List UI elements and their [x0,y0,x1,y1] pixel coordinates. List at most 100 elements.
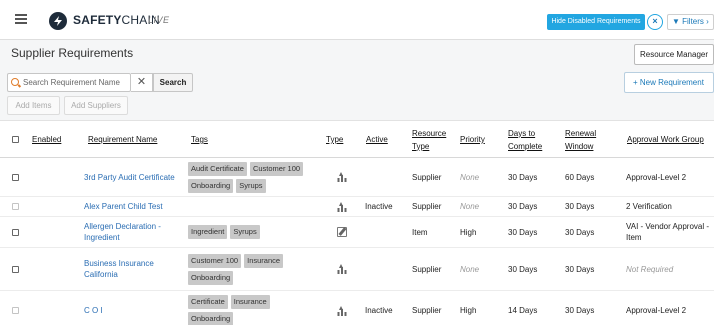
search-input[interactable] [23,76,130,89]
approval-work-group: VAI - Vendor Approval - Item [626,222,710,242]
resource-type: Supplier [412,202,442,211]
approval-work-group: Not Required [626,264,674,274]
priority: None [460,202,480,211]
row-checkbox[interactable] [12,307,19,314]
priority: High [460,306,477,315]
priority: None [460,264,480,274]
add-items-button[interactable]: Add Items [7,96,60,115]
row-checkbox[interactable] [12,173,19,181]
priority: High [460,227,477,237]
edit-icon [337,227,347,237]
type-cell [337,197,357,216]
column-header-days-to-complete[interactable]: Days to Complete [508,121,552,158]
type-cell [337,217,357,247]
type-cell [337,291,357,325]
top-navigation-bar: SAFETYCHAIN LIVE Hide Disabled Requireme… [0,0,714,40]
upload-icon [337,172,346,182]
table-row[interactable]: Business Insurance California Customer 1… [0,248,714,291]
new-requirement-button[interactable]: + New Requirement [624,72,714,93]
type-cell [337,248,357,290]
resource-type: Supplier [412,306,442,315]
column-header-resource-type[interactable]: Resource Type [412,121,454,158]
clear-filter-icon[interactable]: × [647,14,663,30]
search-icon [11,78,19,86]
hamburger-menu-icon[interactable] [11,9,31,29]
requirement-name-link[interactable]: Allergen Declaration - Ingredient [84,221,187,243]
tags-list: Customer 100 Insurance Onboarding [188,253,316,285]
resource-type: Item [412,227,428,237]
requirements-table: Enabled Requirement Name Tags Type Activ… [0,120,714,325]
column-header-requirement-name[interactable]: Requirement Name [88,121,183,158]
renewal-window: 30 Days [565,227,595,237]
approval-work-group: 2 Verification [626,202,672,211]
hide-disabled-requirements-button[interactable]: Hide Disabled Requirements [547,14,645,30]
requirement-name-link[interactable]: Business Insurance California [84,258,187,280]
table-header-row: Enabled Requirement Name Tags Type Activ… [0,121,714,158]
tag-chip: Audit Certificate [188,161,247,176]
column-header-enabled[interactable]: Enabled [32,121,77,158]
column-header-tags[interactable]: Tags [191,121,231,158]
table-row[interactable]: C O I Certificate Insurance Onboarding Ina… [0,291,714,325]
brand-name: SAFETYCHAIN [73,13,160,27]
tag-chip: Ingredient [188,225,228,239]
tag-chip: Certificate [188,295,228,309]
column-header-approval-work-group[interactable]: Approval Work Group [627,121,713,158]
upload-icon [337,264,346,274]
days-to-complete: 14 Days [508,306,538,315]
column-header-active[interactable]: Active [366,121,400,158]
column-header-type[interactable]: Type [326,121,350,158]
renewal-window: 60 Days [565,172,595,182]
resource-manager-button[interactable]: Resource Manager [634,44,714,65]
table-row[interactable]: Allergen Declaration - Ingredient Ingred… [0,217,714,248]
requirement-name-link[interactable]: Alex Parent Child Test [84,201,163,212]
page-title: Supplier Requirements [11,46,134,60]
upload-icon [337,201,346,212]
select-all-checkbox[interactable] [12,136,19,143]
add-suppliers-button[interactable]: Add Suppliers [64,96,128,115]
tag-chip: Syrups [230,225,260,239]
approval-work-group: Approval-Level 2 [626,306,687,315]
row-checkbox[interactable] [12,265,19,273]
requirement-name-link[interactable]: 3rd Party Audit Certificate [84,172,175,183]
row-checkbox[interactable] [12,203,19,210]
resource-type: Supplier [412,172,442,182]
renewal-window: 30 Days [565,264,595,274]
search-box [7,73,131,92]
renewal-window: 30 Days [565,306,595,315]
tags-list: Certificate Insurance Onboarding [188,295,316,325]
requirement-name-link[interactable]: C O I [84,305,103,316]
filters-button[interactable]: ▼ Filters › [667,14,714,30]
clear-search-button[interactable]: ✕ [131,73,153,92]
tag-chip: Onboarding [188,178,234,193]
resource-type: Supplier [412,264,442,274]
upload-icon [337,305,346,316]
tag-chip: Syrups [236,178,266,193]
table-row[interactable]: 3rd Party Audit Certificate Audit Certif… [0,158,714,197]
tags-list: Audit Certificate Customer 100 Onboarding S… [188,161,316,193]
days-to-complete: 30 Days [508,202,538,211]
type-cell [337,158,357,196]
tags-list: Ingredient Syrups [188,225,316,239]
tag-chip: Onboarding [188,270,234,285]
tag-chip: Insurance [230,295,270,309]
environment-label: LIVE [148,15,170,25]
row-checkbox[interactable] [12,228,19,236]
column-header-renewal-window[interactable]: Renewal Window [565,121,607,158]
table-row[interactable]: Alex Parent Child Test Inactive Supplier… [0,197,714,217]
days-to-complete: 30 Days [508,227,538,237]
approval-work-group: Approval-Level 2 [626,172,687,182]
safetychain-logo-icon [49,12,67,30]
active-status: Inactive [365,306,393,315]
tag-chip: Customer 100 [188,253,242,268]
tag-chip: Insurance [244,253,284,268]
days-to-complete: 30 Days [508,172,538,182]
active-status: Inactive [365,202,393,211]
renewal-window: 30 Days [565,202,595,211]
days-to-complete: 30 Days [508,264,538,274]
tag-chip: Onboarding [188,312,234,325]
brand-name-bold: SAFETY [73,13,122,27]
search-button[interactable]: Search [153,73,193,92]
tag-chip: Customer 100 [249,161,304,176]
column-header-priority[interactable]: Priority [460,121,494,158]
priority: None [460,172,480,182]
